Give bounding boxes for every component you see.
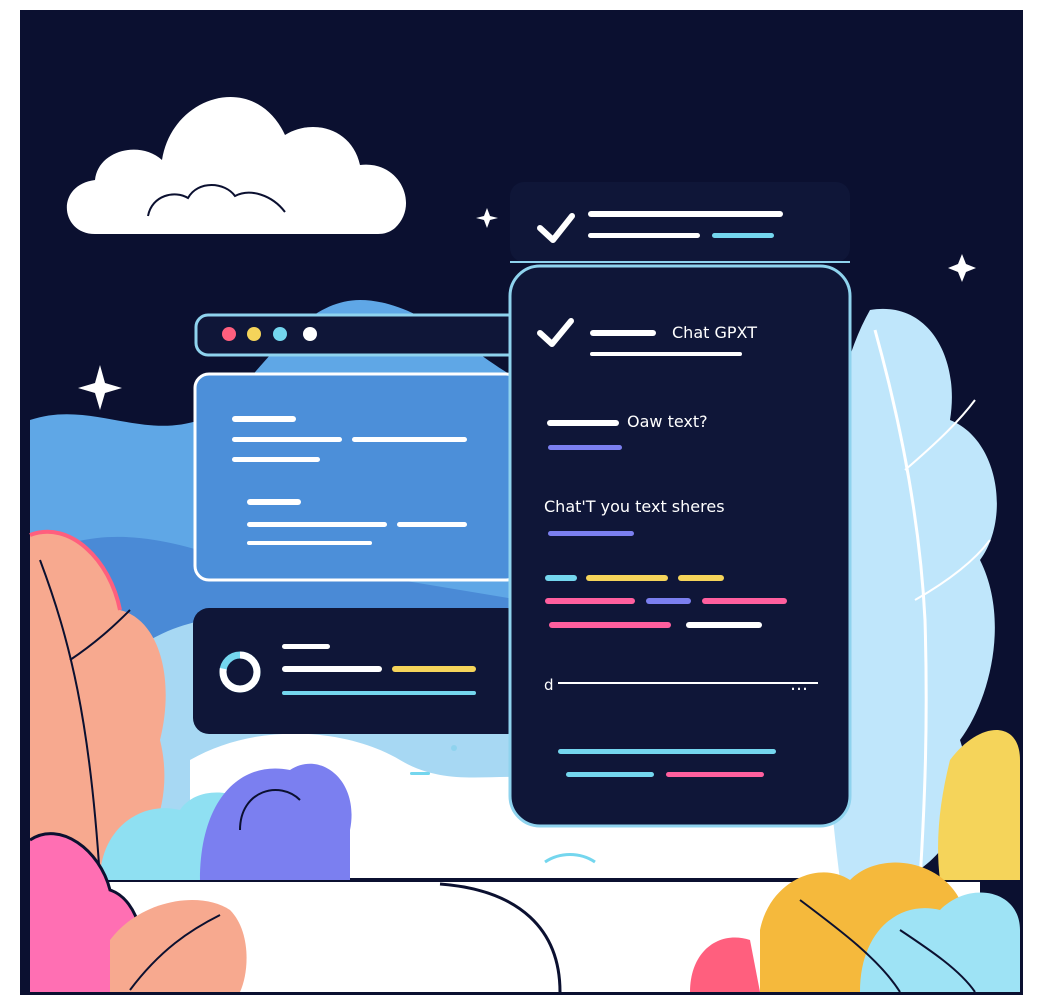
- text-line: [352, 437, 467, 442]
- text-line: [548, 531, 634, 536]
- notification-card[interactable]: [510, 182, 850, 263]
- chat-answer: Chat'T you text sheres: [544, 497, 725, 516]
- text-line: [590, 330, 656, 336]
- code-line: [545, 598, 635, 604]
- decor-dash: [410, 772, 430, 775]
- text-line: [558, 749, 776, 754]
- text-line: [232, 457, 320, 462]
- text-line: [247, 522, 387, 527]
- code-line: [646, 598, 691, 604]
- text-line: [666, 772, 764, 777]
- text-line: [247, 499, 301, 505]
- code-line: [549, 622, 671, 628]
- text-line: [588, 211, 783, 217]
- code-line: [678, 575, 724, 581]
- illustration-scene: Chat GPXT Oaw text? Chat'T you text sher…: [0, 0, 1043, 1005]
- browser-window[interactable]: [193, 313, 533, 582]
- text-line: [397, 522, 467, 527]
- code-line: [686, 622, 762, 628]
- chat-question: Oaw text?: [627, 412, 708, 431]
- text-line: [590, 352, 742, 356]
- text-line: [282, 691, 476, 695]
- window-dot-white[interactable]: [303, 327, 317, 341]
- text-line: [247, 541, 372, 545]
- chat-panel[interactable]: Chat GPXT Oaw text? Chat'T you text sher…: [508, 264, 852, 828]
- chat-panel-bg: [508, 264, 852, 828]
- text-line: [588, 233, 700, 238]
- text-line: [392, 666, 476, 672]
- notification-card-bg: [510, 182, 850, 262]
- window-dot-cyan[interactable]: [273, 327, 287, 341]
- code-line: [545, 575, 577, 581]
- text-line: [712, 233, 774, 238]
- stats-card[interactable]: [193, 608, 523, 734]
- browser-titlebar: [194, 313, 533, 357]
- text-line: [282, 644, 330, 649]
- decor-dot: [451, 745, 457, 751]
- text-line: [232, 437, 342, 442]
- text-line: [548, 445, 622, 450]
- browser-content: [193, 372, 522, 582]
- window-dot-yellow[interactable]: [247, 327, 261, 341]
- code-line: [586, 575, 668, 581]
- window-dot-red[interactable]: [222, 327, 236, 341]
- text-line: [566, 772, 654, 777]
- text-line: [282, 666, 382, 672]
- chat-input-prefix: d: [544, 676, 554, 694]
- text-line: [547, 420, 619, 426]
- chat-title: Chat GPXT: [672, 323, 757, 342]
- chat-input-suffix[interactable]: …: [790, 674, 808, 695]
- text-line: [232, 416, 296, 422]
- code-line: [702, 598, 787, 604]
